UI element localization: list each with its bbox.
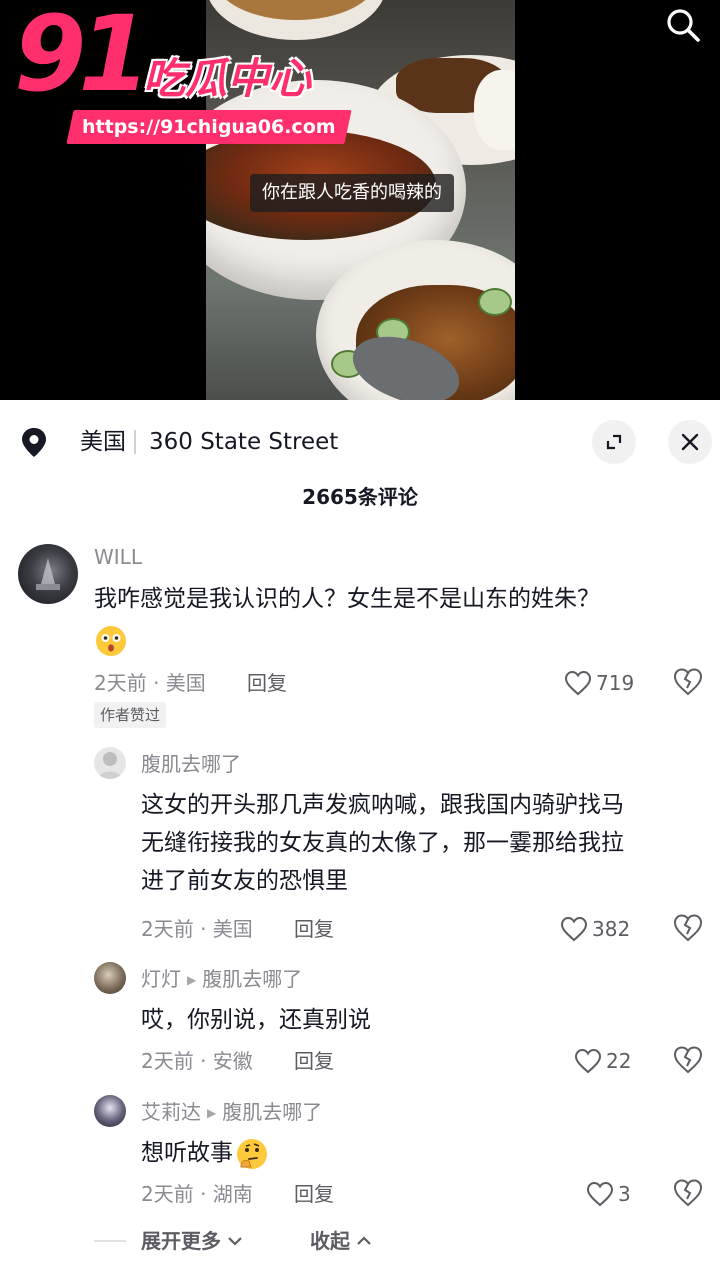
comment-username[interactable]: 艾莉达 ▶ 腹肌去哪了 <box>141 1098 322 1127</box>
reply-arrow-icon: ▶ <box>207 1106 217 1120</box>
video-subtitle: 你在跟人吃香的喝辣的 <box>250 174 454 212</box>
reply-to-username[interactable]: 腹肌去哪了 <box>222 1100 322 1124</box>
broken-heart-icon[interactable] <box>672 912 704 944</box>
broken-heart-icon[interactable] <box>672 666 704 698</box>
like-button[interactable]: 3 <box>586 1179 631 1209</box>
like-count: 719 <box>596 671 635 695</box>
like-count: 382 <box>592 917 631 941</box>
close-icon <box>681 433 699 451</box>
video-player[interactable]: 你在跟人吃香的喝辣的 91 吃瓜中心 https://91chigua06.co… <box>0 0 720 400</box>
comment-text: 想听故事 <box>141 1134 701 1172</box>
comment-meta: 2天前 · 美国 <box>141 917 253 941</box>
comment-text: 我咋感觉是我认识的人？女生是不是山东的姓朱？ <box>94 580 694 658</box>
reply-arrow-icon: ▶ <box>187 973 197 987</box>
avatar[interactable] <box>18 544 78 604</box>
heart-icon <box>560 916 588 942</box>
comment-username[interactable]: WILL <box>94 543 142 571</box>
avatar[interactable] <box>94 747 126 779</box>
chevron-up-icon <box>357 1236 371 1245</box>
comments-count: 2665条评论 <box>302 485 418 509</box>
author-liked-badge: 作者赞过 <box>94 702 167 728</box>
thinking-face-icon <box>237 1138 267 1169</box>
watermark-number: 91 <box>14 0 151 115</box>
avatar[interactable] <box>94 1095 126 1127</box>
location-divider <box>134 430 136 454</box>
watermark-url: https://91chigua06.com <box>66 110 352 144</box>
location-pin-icon <box>22 428 46 457</box>
broken-heart-icon[interactable] <box>672 1044 704 1076</box>
collapse-button[interactable]: 收起 <box>310 1226 372 1256</box>
location-country[interactable]: 美国 <box>80 424 126 460</box>
like-button[interactable]: 22 <box>574 1046 631 1076</box>
reply-button[interactable]: 回复 <box>294 914 334 944</box>
search-icon[interactable] <box>664 6 704 46</box>
comment-meta: 2天前 · 美国 <box>94 671 206 695</box>
expand-icon <box>606 434 622 450</box>
reply-button[interactable]: 回复 <box>247 668 287 698</box>
chevron-down-icon <box>228 1237 242 1246</box>
reply-button[interactable]: 回复 <box>294 1046 334 1076</box>
like-count: 22 <box>606 1049 632 1073</box>
watermark-logo: 91 吃瓜中心 https://91chigua06.com <box>0 0 360 150</box>
comment-username[interactable]: 灯灯 ▶ 腹肌去哪了 <box>141 965 302 994</box>
like-button[interactable]: 382 <box>560 914 630 944</box>
location-street[interactable]: 360 State Street <box>149 424 338 460</box>
expand-button[interactable] <box>592 420 636 464</box>
like-button[interactable]: 719 <box>564 668 634 698</box>
expand-more-button[interactable]: 展开更多 <box>141 1226 243 1256</box>
watermark-name: 吃瓜中心 <box>143 54 312 103</box>
broken-heart-icon[interactable] <box>672 1177 704 1209</box>
reply-button[interactable]: 回复 <box>294 1179 334 1209</box>
comment-meta: 2天前 · 安徽 <box>141 1049 253 1073</box>
comment-text: 这女的开头那几声发疯呐喊，跟我国内骑驴找马 无缝衔接我的女友真的太像了，那一霎那… <box>141 792 624 894</box>
close-button[interactable] <box>668 420 712 464</box>
surprised-face-icon <box>96 626 126 656</box>
comment-text: 哎，你别说，还真别说 <box>141 1007 371 1033</box>
reply-to-username[interactable]: 腹肌去哪了 <box>202 967 302 991</box>
heart-icon <box>574 1048 602 1074</box>
comment-meta: 2天前 · 湖南 <box>141 1182 253 1206</box>
heart-icon <box>586 1181 614 1207</box>
comment-username[interactable]: 腹肌去哪了 <box>141 750 241 778</box>
divider-line <box>94 1240 126 1242</box>
avatar[interactable] <box>94 962 126 994</box>
heart-icon <box>564 670 592 696</box>
like-count: 3 <box>618 1182 631 1206</box>
